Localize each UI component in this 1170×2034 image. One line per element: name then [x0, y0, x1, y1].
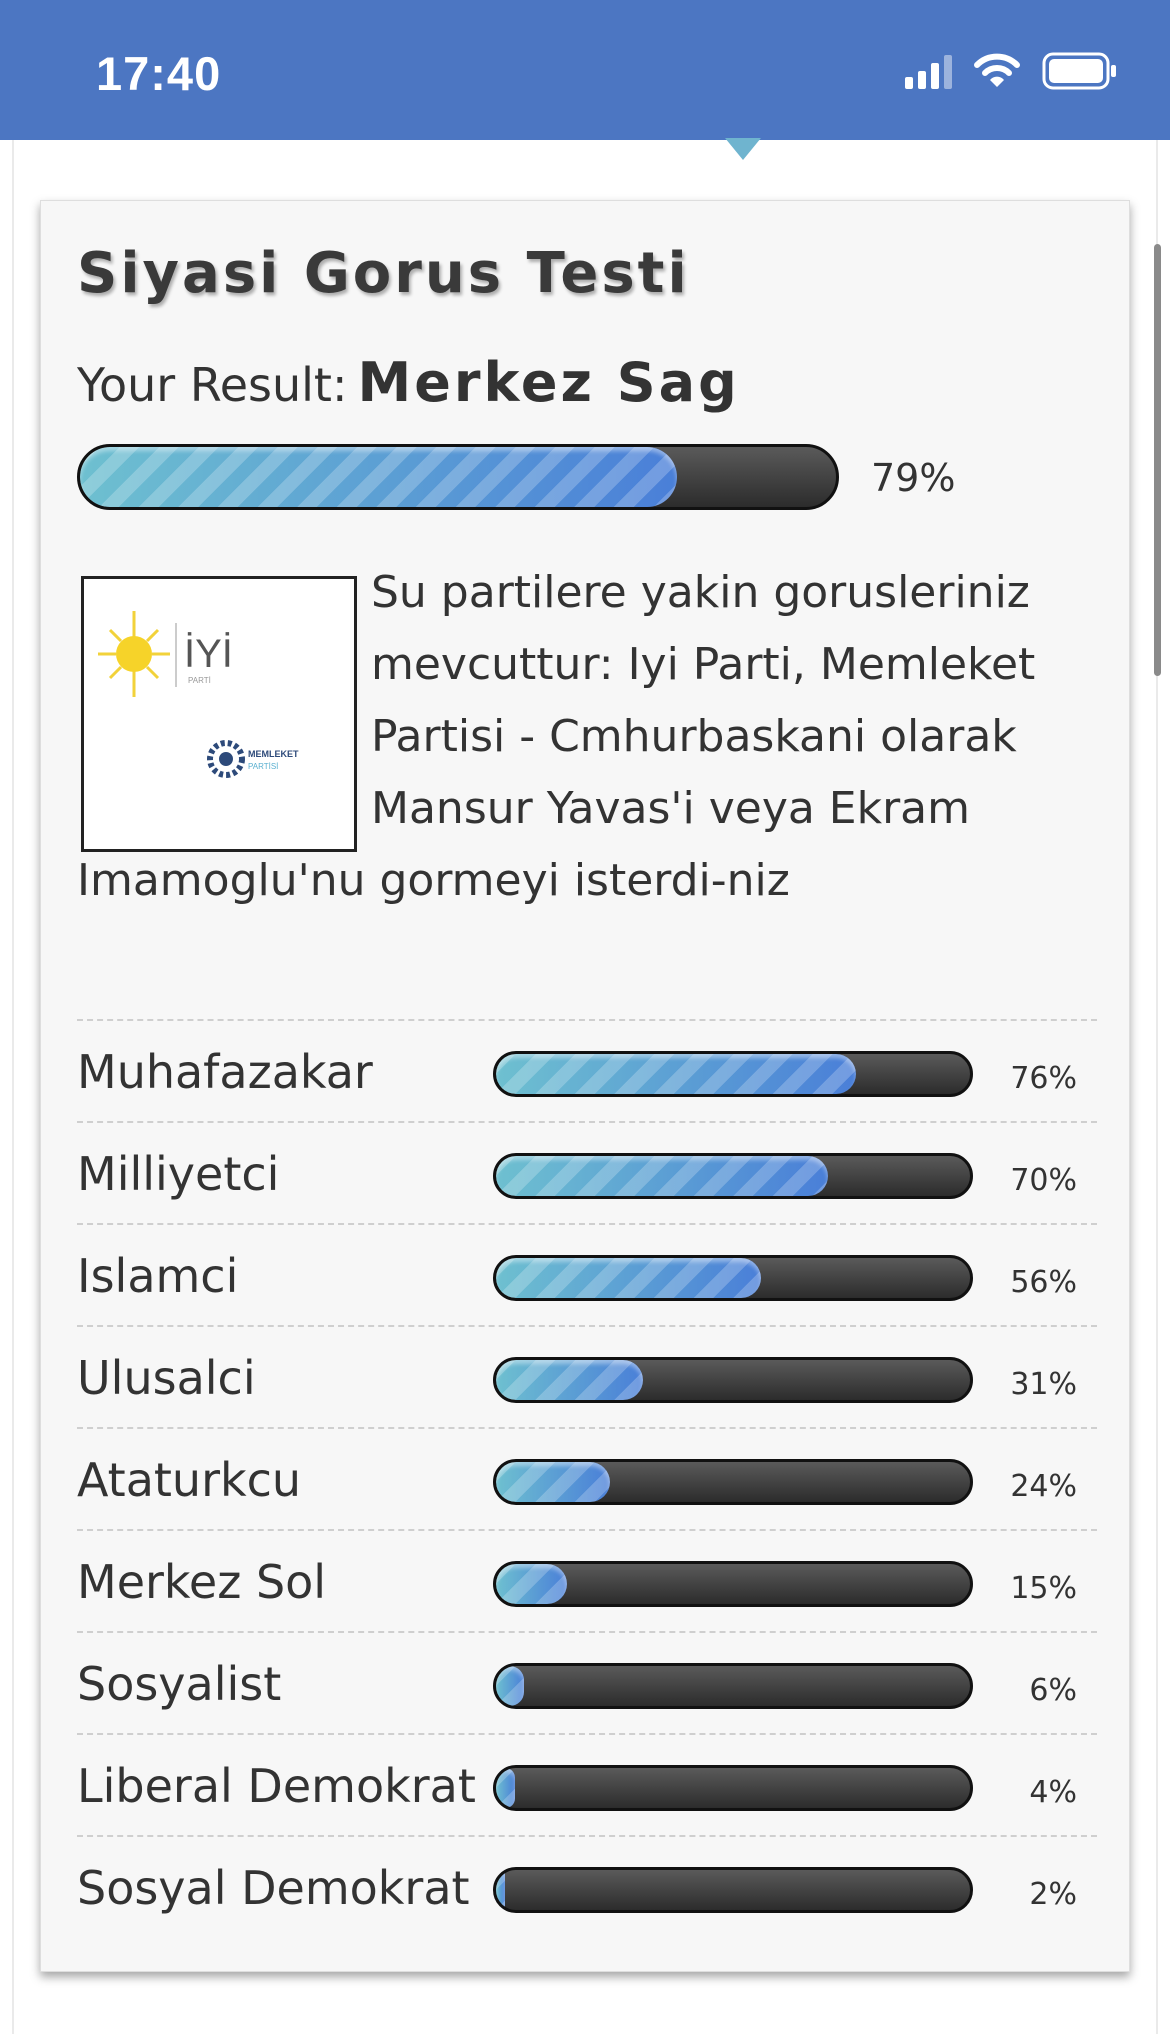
result-description: Su partilere yakin gorusleriniz mevcuttu…	[77, 557, 1087, 917]
result-progress-bar	[77, 444, 839, 510]
score-list: Muhafazakar 76% Milliyetci 70% Islamci 56% Ulu…	[77, 1019, 1097, 1937]
score-percent: 4%	[1029, 1775, 1077, 1810]
score-row: Islamci 56%	[77, 1223, 1097, 1325]
result-card: Siyasi Gorus Testi Your Result: Merkez Sa…	[40, 200, 1130, 1972]
score-percent: 6%	[1029, 1673, 1077, 1708]
status-time: 17:40	[96, 47, 222, 100]
score-bar-fill	[496, 1870, 506, 1910]
scrollbar[interactable]	[1154, 244, 1161, 676]
score-bar-fill	[496, 1768, 515, 1808]
cellular-signal-icon	[905, 53, 952, 89]
quiz-title: Siyasi Gorus Testi	[77, 241, 690, 306]
score-percent: 70%	[1010, 1163, 1077, 1198]
wifi-icon	[974, 53, 1020, 87]
score-bar-fill	[496, 1360, 643, 1400]
score-label: Ataturkcu	[77, 1453, 302, 1507]
score-row: Merkez Sol 15%	[77, 1529, 1097, 1631]
score-percent: 76%	[1010, 1061, 1077, 1096]
score-bar-fill	[496, 1054, 857, 1094]
score-percent: 24%	[1010, 1469, 1077, 1504]
score-bar-fill	[496, 1666, 525, 1706]
score-percent: 2%	[1029, 1877, 1077, 1912]
page-edge	[12, 140, 14, 2034]
score-percent: 15%	[1010, 1571, 1077, 1606]
score-label: Ulusalci	[77, 1351, 256, 1405]
score-row: Ulusalci 31%	[77, 1325, 1097, 1427]
score-bar	[493, 1867, 973, 1913]
score-bar	[493, 1561, 973, 1607]
result-prefix: Your Result:	[77, 358, 348, 412]
score-row: Sosyalist 6%	[77, 1631, 1097, 1733]
score-percent: 56%	[1010, 1265, 1077, 1300]
score-bar-fill	[496, 1258, 762, 1298]
score-bar-fill	[496, 1564, 568, 1604]
score-row: Milliyetci 70%	[77, 1121, 1097, 1223]
status-icons	[905, 52, 1118, 90]
score-bar-fill	[496, 1462, 610, 1502]
result-line: Your Result: Merkez Sag	[77, 351, 740, 414]
score-row: Sosyal Demokrat 2%	[77, 1835, 1097, 1937]
popover-arrow	[725, 138, 761, 160]
score-bar	[493, 1255, 973, 1301]
score-bar	[493, 1051, 973, 1097]
result-value: Merkez Sag	[357, 351, 740, 414]
score-bar	[493, 1459, 973, 1505]
status-bar: 17:40	[0, 0, 1170, 140]
score-label: Muhafazakar	[77, 1045, 373, 1099]
result-progress-fill	[80, 447, 678, 507]
score-label: Milliyetci	[77, 1147, 280, 1201]
score-row: Ataturkcu 24%	[77, 1427, 1097, 1529]
score-percent: 31%	[1010, 1367, 1077, 1402]
score-label: Merkez Sol	[77, 1555, 327, 1609]
score-bar-fill	[496, 1156, 828, 1196]
score-bar	[493, 1357, 973, 1403]
battery-icon	[1042, 52, 1116, 90]
score-bar	[493, 1765, 973, 1811]
score-label: Liberal Demokrat	[77, 1759, 476, 1813]
score-label: Sosyalist	[77, 1657, 282, 1711]
score-bar	[493, 1663, 973, 1709]
score-bar	[493, 1153, 973, 1199]
score-label: Sosyal Demokrat	[77, 1861, 470, 1915]
score-row: Liberal Demokrat 4%	[77, 1733, 1097, 1835]
score-row: Muhafazakar 76%	[77, 1019, 1097, 1121]
score-label: Islamci	[77, 1249, 239, 1303]
result-percent: 79%	[871, 456, 956, 500]
